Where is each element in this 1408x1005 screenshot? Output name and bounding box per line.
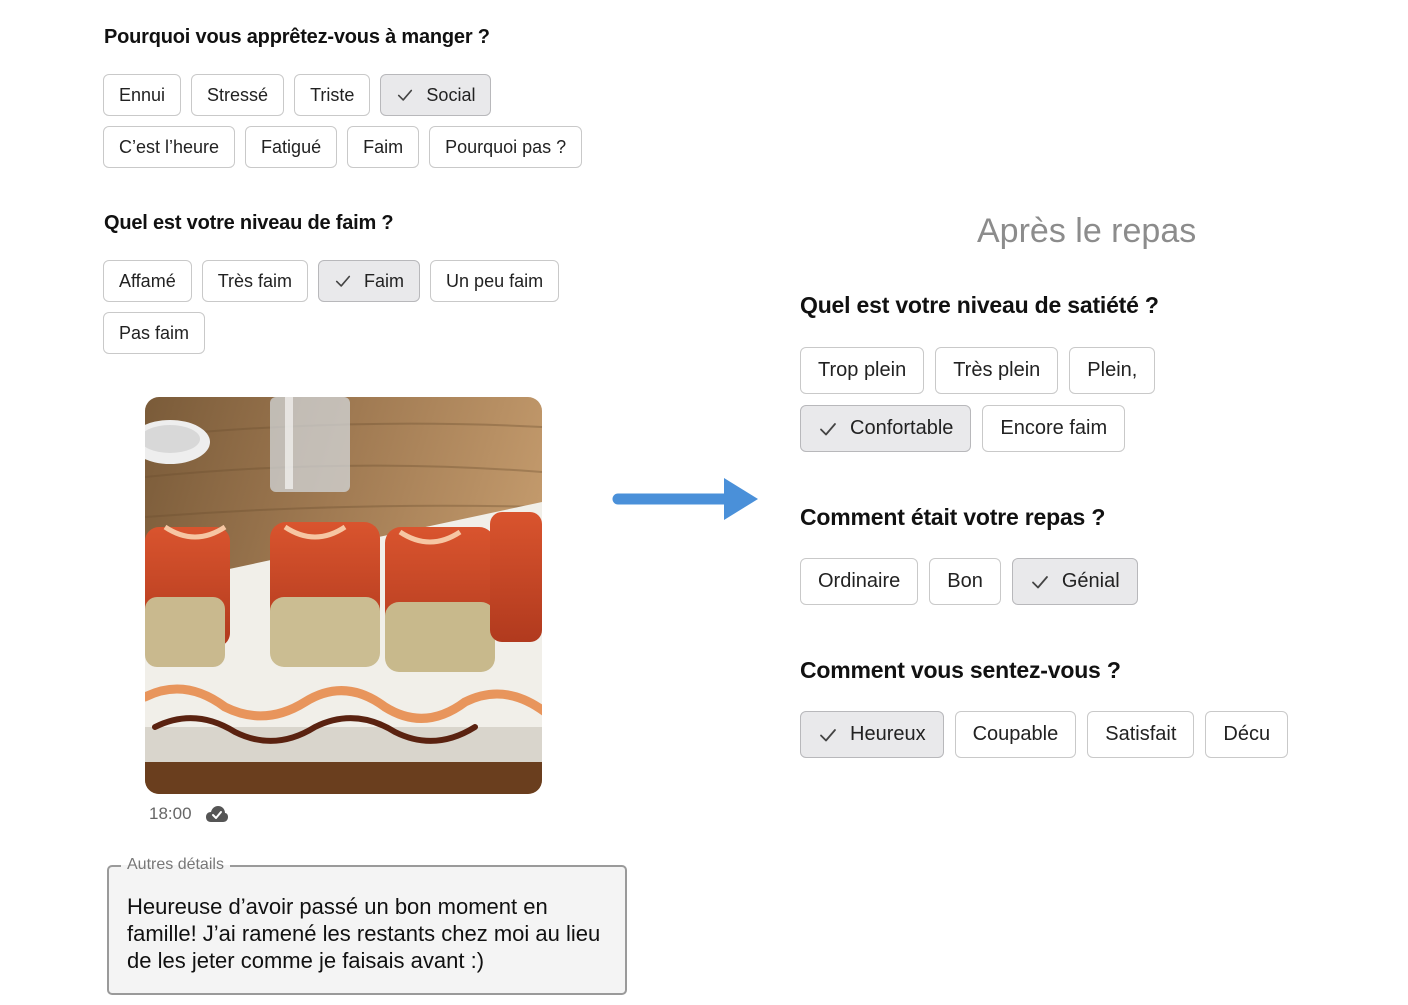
option-label: Fatigué (261, 136, 322, 157)
feeling-options: Heureux Coupable Satisfait Décu (800, 711, 1360, 758)
why-options: Ennui Stressé Triste Social C’est l’heure Fat… (103, 74, 603, 168)
option-label: Social (426, 84, 476, 105)
option-label: Faim (364, 270, 405, 291)
option-label: Triste (310, 84, 355, 105)
feeling-question: Comment vous sentez-vous ? (800, 657, 1121, 683)
meal-meta: 18:00 (149, 804, 229, 824)
option-label: Pourquoi pas ? (445, 136, 567, 157)
why-question: Pourquoi vous apprêtez-vous à manger ? (104, 26, 490, 48)
option-label: Affamé (119, 270, 176, 291)
checkmark-icon (1030, 572, 1050, 592)
satiety-options: Trop plein Très plein Plein, Confortable Enc… (800, 347, 1180, 452)
option-bon[interactable]: Bon (929, 558, 1001, 605)
option-satisfait[interactable]: Satisfait (1087, 711, 1195, 758)
option-ordinaire[interactable]: Ordinaire (800, 558, 919, 605)
option-c-est-l-heure[interactable]: C’est l’heure (103, 126, 236, 168)
sushi-roll-photo (145, 397, 542, 794)
option-label: Faim (363, 136, 404, 157)
other-details-label: Autres détails (121, 856, 230, 874)
option-decu[interactable]: Décu (1205, 711, 1289, 758)
checkmark-icon (818, 419, 838, 439)
hunger-options: Affamé Très faim Faim Un peu faim Pas faim (103, 260, 573, 354)
option-triste[interactable]: Triste (294, 74, 371, 116)
option-plein[interactable]: Plein, (1069, 347, 1156, 394)
checkmark-icon (818, 725, 838, 745)
option-label: Un peu faim (446, 270, 544, 291)
option-label: Décu (1223, 723, 1271, 745)
cloud-check-icon (205, 806, 228, 822)
satiety-question: Quel est votre niveau de satiété ? (800, 292, 1159, 318)
meal-options: Ordinaire Bon Génial (800, 558, 1320, 605)
option-label: Pas faim (119, 322, 190, 343)
option-fatigue[interactable]: Fatigué (245, 126, 338, 168)
option-social[interactable]: Social (380, 74, 492, 116)
option-tres-faim[interactable]: Très faim (201, 260, 309, 302)
arrow-right-icon (612, 478, 758, 520)
option-faim[interactable]: Faim (318, 260, 421, 302)
option-label: Plein, (1087, 359, 1138, 381)
option-label: Confortable (850, 417, 954, 439)
checkmark-icon (334, 272, 352, 290)
option-label: Ordinaire (818, 570, 901, 592)
option-pourquoi-pas[interactable]: Pourquoi pas ? (429, 126, 583, 168)
option-encore-faim[interactable]: Encore faim (982, 405, 1126, 452)
option-label: Coupable (972, 723, 1059, 745)
other-details-field[interactable]: Autres détails Heureuse d’avoir passé un… (107, 856, 627, 995)
meal-question: Comment était votre repas ? (800, 504, 1106, 530)
meal-photo[interactable] (145, 397, 542, 794)
option-confortable[interactable]: Confortable (800, 405, 972, 452)
option-label: Très plein (953, 359, 1041, 381)
option-label: Stressé (207, 84, 269, 105)
checkmark-icon (396, 86, 414, 104)
option-genial[interactable]: Génial (1011, 558, 1138, 605)
option-un-peu-faim[interactable]: Un peu faim (430, 260, 560, 302)
after-meal-title: Après le repas (977, 212, 1197, 250)
option-label: Encore faim (1000, 417, 1108, 439)
option-label: Ennui (119, 84, 166, 105)
option-label: Heureux (850, 723, 926, 745)
option-pas-faim[interactable]: Pas faim (103, 312, 206, 354)
option-affame[interactable]: Affamé (103, 260, 192, 302)
hunger-question: Quel est votre niveau de faim ? (104, 212, 394, 234)
option-label: Trop plein (818, 359, 907, 381)
option-stresse[interactable]: Stressé (191, 74, 285, 116)
option-label: Bon (947, 570, 983, 592)
option-ennui[interactable]: Ennui (103, 74, 182, 116)
option-faim[interactable]: Faim (347, 126, 420, 168)
option-trop-plein[interactable]: Trop plein (800, 347, 925, 394)
meal-time: 18:00 (149, 804, 192, 823)
other-details-text[interactable]: Heureuse d’avoir passé un bon moment en … (127, 893, 607, 974)
option-heureux[interactable]: Heureux (800, 711, 944, 758)
option-label: Génial (1061, 570, 1120, 592)
option-tres-plein[interactable]: Très plein (935, 347, 1059, 394)
option-label: Satisfait (1105, 723, 1177, 745)
option-label: C’est l’heure (119, 136, 220, 157)
option-coupable[interactable]: Coupable (954, 711, 1077, 758)
option-label: Très faim (217, 270, 293, 291)
